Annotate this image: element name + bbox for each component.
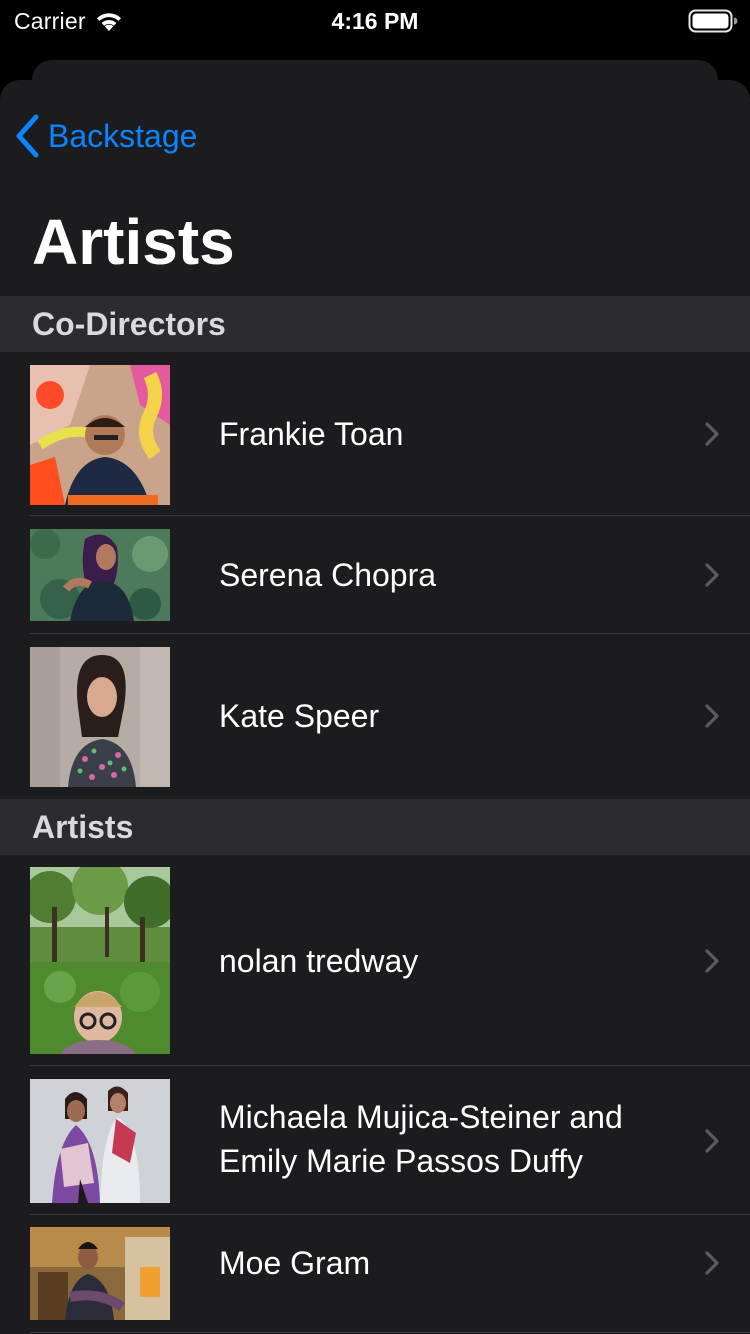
- artist-photo: [30, 867, 170, 1054]
- artist-photo: [30, 1079, 170, 1203]
- chevron-right-icon: [705, 422, 719, 446]
- artist-photo: [30, 529, 170, 621]
- artists-sheet: Backstage Artists Co-Directors Frankie T…: [0, 80, 750, 1334]
- row-separator: [30, 1065, 750, 1066]
- list-item-nolan-tredway[interactable]: nolan tredway: [0, 855, 750, 1066]
- battery-full-icon: [688, 9, 738, 33]
- artist-name: Kate Speer: [219, 698, 380, 734]
- status-bar: Carrier 4:16 PM: [0, 0, 750, 40]
- chevron-left-icon: [16, 114, 39, 158]
- section-header-label: Co-Directors: [32, 305, 226, 342]
- list-item-michaela-and-emily[interactable]: Michaela Mujica-Steiner and Emily Marie …: [0, 1067, 750, 1215]
- artist-photo: [30, 365, 170, 505]
- chevron-right-icon: [705, 704, 719, 728]
- chevron-right-icon: [705, 949, 719, 973]
- list-item-moe-gram[interactable]: Moe Gram: [0, 1215, 750, 1334]
- list-item-frankie-toan[interactable]: Frankie Toan: [0, 352, 750, 516]
- section-header-co-directors: Co-Directors: [0, 296, 750, 352]
- artist-name: nolan tredway: [219, 943, 419, 979]
- back-button[interactable]: Backstage: [14, 112, 197, 160]
- section-header-artists: Artists: [0, 799, 750, 855]
- list-item-kate-speer[interactable]: Kate Speer: [0, 634, 750, 798]
- row-separator: [30, 515, 750, 516]
- page-title: Artists: [32, 206, 235, 278]
- row-separator: [30, 1332, 750, 1333]
- chevron-right-icon: [705, 1129, 719, 1153]
- back-button-label: Backstage: [48, 117, 198, 154]
- section-header-label: Artists: [32, 808, 134, 845]
- artist-name: Frankie Toan: [219, 416, 404, 452]
- chevron-right-icon: [705, 1251, 719, 1275]
- artist-photo: [30, 647, 170, 787]
- artist-name: Serena Chopra: [219, 557, 437, 593]
- artist-name: Moe Gram: [219, 1245, 371, 1281]
- artist-name: Michaela Mujica-Steiner and Emily Marie …: [219, 1099, 623, 1179]
- chevron-right-icon: [705, 563, 719, 587]
- clock: 4:16 PM: [331, 8, 419, 34]
- artist-photo: [30, 1227, 170, 1320]
- list-item-serena-chopra[interactable]: Serena Chopra: [0, 517, 750, 634]
